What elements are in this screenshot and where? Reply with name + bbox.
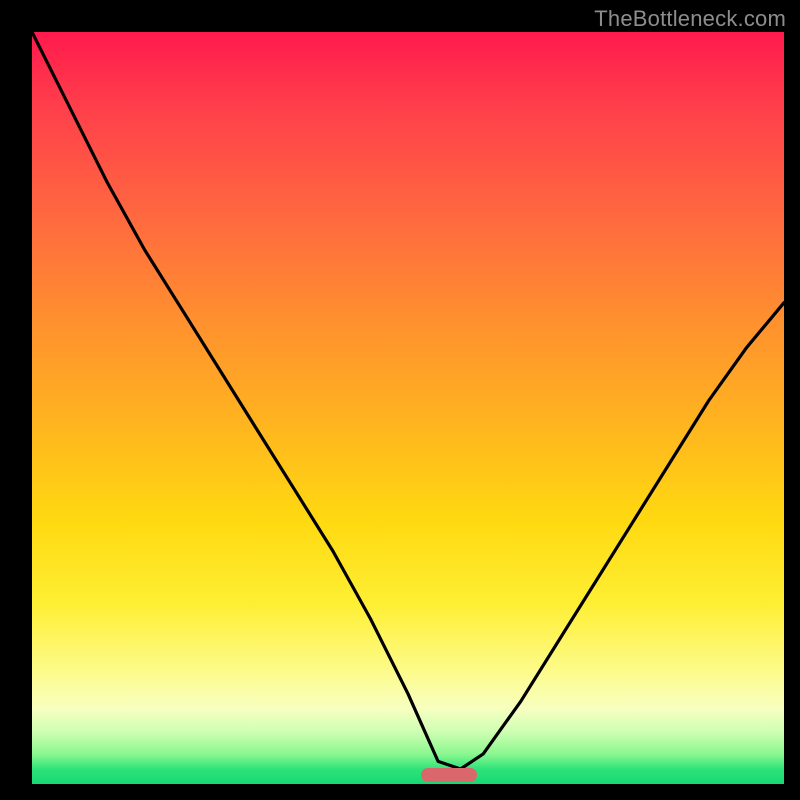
bottleneck-curve xyxy=(32,32,784,784)
optimal-range-marker xyxy=(421,768,477,782)
watermark-source-label: TheBottleneck.com xyxy=(594,6,786,32)
chart-frame: TheBottleneck.com xyxy=(0,0,800,800)
plot-area xyxy=(32,32,784,784)
